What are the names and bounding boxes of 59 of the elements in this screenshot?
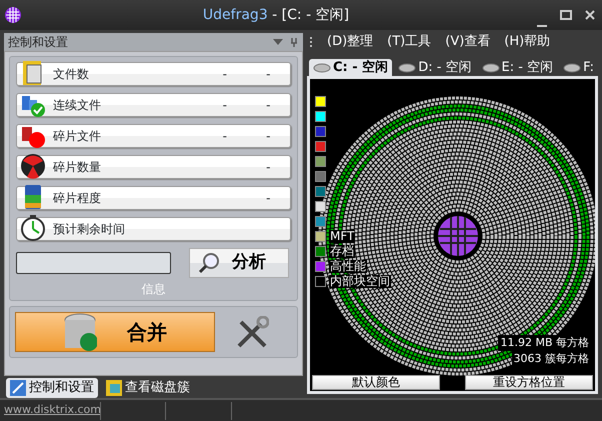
- stat-value: -: [222, 128, 228, 145]
- sphere-icon: [437, 215, 479, 257]
- stat-value: -: [265, 128, 272, 145]
- menu-item[interactable]: (D)整理: [327, 32, 374, 52]
- menu-item[interactable]: (V)查看: [445, 32, 490, 52]
- stat-label: 连续文件: [53, 97, 102, 114]
- disk-button[interactable]: 默认颜色: [312, 375, 440, 390]
- menu-item[interactable]: (T)工具: [387, 32, 432, 52]
- stat-label: 预计剩余时间: [53, 221, 126, 238]
- input-field[interactable]: [16, 252, 171, 274]
- stat-value: -: [265, 97, 272, 114]
- panel-tab[interactable]: 控制和设置: [6, 378, 98, 398]
- analyze-button[interactable]: 分析: [189, 248, 289, 278]
- drive-tab[interactable]: F:: [559, 59, 598, 76]
- stat-value: -: [222, 66, 228, 83]
- stat-value: -: [222, 97, 228, 114]
- stat-label: 碎片文件: [53, 128, 102, 145]
- radiation-icon: [19, 152, 47, 180]
- disk-info-text: 11.92 MB 每方格: [498, 335, 591, 351]
- search-icon: [198, 252, 220, 274]
- menu-item[interactable]: (H)帮助: [504, 32, 550, 52]
- pin-icon: [289, 37, 299, 47]
- disk-button[interactable]: 重设方格位置: [465, 375, 593, 390]
- stat-label: 碎片程度: [53, 190, 102, 207]
- close-icon: [585, 10, 595, 20]
- drive-icon: [398, 62, 416, 72]
- drive-tab[interactable]: C: - 空闲: [309, 59, 392, 76]
- tools-icon: [10, 380, 26, 396]
- legend-label: MFT: [329, 230, 356, 243]
- status-segment: [100, 402, 166, 420]
- stat-value: -: [265, 190, 272, 207]
- dropdown-icon: [273, 38, 283, 46]
- drive-icon: [313, 62, 331, 72]
- stat-label: 碎片数量: [53, 159, 102, 176]
- minimize-icon: [537, 25, 547, 27]
- panel-title: 控制和设置: [8, 34, 69, 51]
- grip-icon: [309, 36, 313, 48]
- app-icon: [4, 6, 22, 24]
- disk-stack-icon: [63, 312, 97, 352]
- stat-value: -: [265, 159, 272, 176]
- drive-tab[interactable]: D: - 空闲: [394, 59, 476, 76]
- merge-button[interactable]: 合并: [15, 312, 215, 352]
- window-title: Udefrag3 - [C: - 空闲]: [202, 6, 350, 25]
- stopwatch-icon: [19, 214, 47, 242]
- tools-icon: [235, 316, 269, 350]
- disk-info-text: 3063 簇每方格: [512, 351, 591, 367]
- drive-icon: [482, 62, 500, 72]
- legend-label: 高性能: [329, 260, 367, 273]
- cluster-icon: [106, 380, 122, 396]
- maximize-icon: [560, 10, 572, 20]
- panel-tab[interactable]: 查看磁盘簇: [102, 378, 194, 398]
- group-label: 信息: [140, 281, 166, 298]
- drive-icon: [563, 62, 582, 72]
- stat-label: 文件数: [53, 66, 90, 83]
- legend-label: 内部块空间: [329, 275, 391, 288]
- legend-label: 存档: [329, 245, 355, 258]
- drive-tab[interactable]: E: - 空闲: [478, 59, 558, 76]
- website-link[interactable]: www.disktrix.com: [0, 402, 100, 419]
- stat-value: -: [265, 66, 272, 83]
